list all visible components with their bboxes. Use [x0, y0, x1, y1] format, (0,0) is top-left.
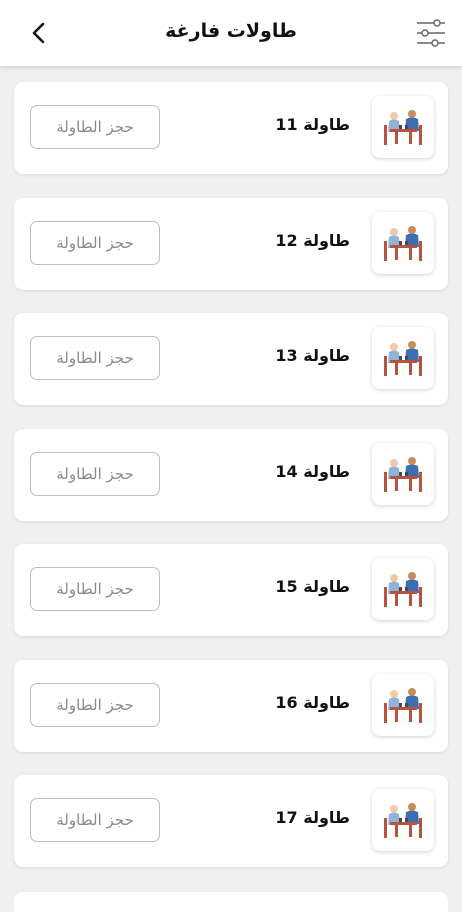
table-card[interactable]: طاولة 13 حجز الطاولة	[14, 313, 448, 405]
table-card[interactable]: طاولة 16 حجز الطاولة	[14, 659, 448, 752]
table-thumbnail	[372, 327, 434, 389]
people-at-table-icon	[384, 225, 422, 261]
table-name: طاولة 13	[275, 346, 350, 365]
book-table-button[interactable]: حجز الطاولة	[30, 451, 160, 496]
sliders-icon	[417, 19, 445, 47]
table-card[interactable]: طاولة 15 حجز الطاولة	[14, 544, 448, 636]
people-at-table-icon	[384, 687, 422, 723]
table-name: طاولة 11	[275, 115, 350, 134]
table-name: طاولة 12	[275, 230, 350, 250]
table-thumbnail	[372, 96, 434, 158]
top-app-bar: طاولات فارغة	[0, 0, 462, 66]
filter-button[interactable]	[414, 15, 448, 51]
book-table-button[interactable]: حجز الطاولة	[30, 798, 160, 842]
people-at-table-icon	[384, 110, 422, 145]
table-name: طاولة 14	[275, 461, 350, 481]
book-table-button[interactable]: حجز الطاولة	[30, 567, 160, 611]
book-table-button[interactable]: حجز الطاولة	[30, 105, 160, 149]
table-thumbnail	[372, 211, 434, 274]
book-table-button[interactable]: حجز الطاولة	[30, 220, 160, 265]
table-thumbnail	[372, 558, 434, 620]
page-title: طاولات فارغة	[165, 20, 297, 42]
table-name: طاولة 16	[275, 692, 350, 712]
people-at-table-icon	[384, 341, 422, 376]
table-thumbnail	[372, 442, 434, 505]
book-table-button[interactable]: حجز الطاولة	[30, 682, 160, 727]
table-thumbnail	[372, 789, 434, 851]
table-thumbnail	[372, 673, 434, 736]
table-card[interactable]: طاولة 12 حجز الطاولة	[14, 197, 448, 290]
table-name: طاولة 17	[275, 808, 350, 827]
table-card[interactable]: طاولة 17 حجز الطاولة	[14, 775, 448, 867]
people-at-table-icon	[384, 803, 422, 838]
table-card[interactable]: طاولة 11 حجز الطاولة	[14, 82, 448, 174]
table-name: طاولة 15	[275, 577, 350, 596]
book-table-button[interactable]: حجز الطاولة	[30, 336, 160, 380]
table-card[interactable]: طاولة 14 حجز الطاولة	[14, 428, 448, 521]
people-at-table-icon	[384, 572, 422, 607]
list-item-partial	[14, 892, 448, 912]
people-at-table-icon	[384, 456, 422, 492]
